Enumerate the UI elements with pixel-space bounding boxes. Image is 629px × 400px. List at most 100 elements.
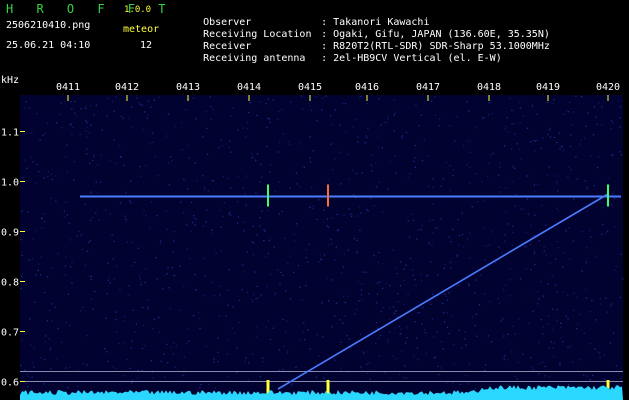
noise-speck [515, 194, 517, 196]
noise-speck [252, 301, 254, 303]
noise-speck [356, 308, 358, 310]
noise-speck [619, 106, 622, 108]
noise-speck [223, 202, 226, 204]
noise-speck [136, 97, 138, 99]
noise-speck [610, 204, 613, 206]
y-tick-label: 0.8 [1, 278, 19, 289]
noise-speck [328, 243, 330, 246]
noise-speck [576, 178, 579, 180]
noise-speck [595, 116, 597, 118]
noise-speck [308, 243, 310, 246]
noise-speck [146, 299, 149, 301]
noise-speck [123, 320, 125, 322]
noise-speck [26, 167, 28, 170]
noise-speck [305, 256, 307, 259]
noise-speck [327, 226, 330, 228]
noise-speck [533, 252, 536, 254]
noise-speck [277, 151, 279, 153]
noise-speck [21, 210, 23, 212]
noise-speck [93, 156, 95, 158]
noise-speck [155, 257, 157, 259]
noise-speck [360, 212, 362, 214]
noise-speck [65, 321, 67, 323]
noise-speck [129, 201, 131, 203]
noise-speck [56, 358, 58, 360]
noise-speck [452, 382, 454, 384]
noise-speck [260, 294, 262, 296]
noise-speck [115, 318, 117, 320]
noise-speck [186, 145, 189, 147]
noise-speck [413, 160, 415, 162]
noise-speck [141, 104, 143, 106]
noise-speck [244, 193, 246, 195]
noise-speck [299, 286, 301, 288]
noise-speck [378, 281, 380, 283]
noise-speck [174, 231, 176, 233]
noise-speck [319, 254, 321, 256]
noise-speck [267, 320, 269, 322]
noise-speck [347, 295, 349, 297]
noise-speck [601, 233, 603, 235]
noise-speck [222, 215, 225, 217]
noise-speck [208, 383, 210, 385]
noise-speck [448, 332, 450, 335]
noise-speck [115, 162, 118, 164]
noise-speck [594, 348, 596, 350]
noise-speck [166, 343, 168, 346]
noise-speck [438, 118, 441, 120]
noise-speck [158, 96, 160, 98]
noise-speck [51, 320, 53, 322]
noise-speck [406, 377, 408, 379]
noise-speck [527, 213, 529, 215]
noise-speck [286, 320, 288, 322]
noise-speck [474, 324, 476, 327]
noise-speck [414, 279, 416, 281]
noise-speck [266, 126, 268, 128]
noise-speck [139, 165, 141, 168]
noise-speck [72, 126, 74, 128]
noise-speck [318, 199, 320, 201]
noise-speck [352, 169, 354, 171]
noise-speck [340, 367, 342, 369]
noise-speck [356, 251, 359, 253]
noise-speck [159, 243, 161, 245]
noise-speck [205, 111, 207, 113]
noise-speck [86, 148, 88, 150]
noise-speck [181, 149, 183, 151]
noise-speck [125, 218, 127, 220]
noise-speck [164, 376, 166, 378]
noise-speck [86, 153, 88, 155]
noise-speck [153, 99, 155, 101]
noise-speck [85, 119, 87, 122]
noise-speck [421, 159, 424, 162]
noise-speck [547, 323, 549, 325]
noise-speck [556, 308, 558, 311]
noise-speck [376, 302, 378, 304]
noise-speck [172, 353, 174, 355]
noise-speck [440, 185, 442, 187]
noise-speck [590, 155, 592, 157]
noise-speck [543, 250, 545, 252]
noise-speck [270, 273, 272, 276]
noise-speck [434, 96, 436, 98]
noise-speck [357, 136, 359, 138]
noise-speck [227, 289, 229, 291]
noise-speck [152, 377, 154, 379]
noise-speck [237, 201, 239, 203]
noise-speck [349, 213, 351, 215]
noise-speck [312, 150, 314, 152]
noise-speck [412, 269, 414, 271]
noise-speck [503, 335, 505, 337]
noise-speck [453, 363, 456, 366]
noise-speck [595, 255, 598, 257]
noise-speck [227, 304, 229, 306]
noise-speck [334, 109, 336, 111]
noise-speck [211, 281, 213, 284]
noise-speck [336, 230, 339, 232]
noise-speck [397, 292, 399, 295]
noise-speck [289, 298, 292, 300]
noise-speck [378, 181, 380, 183]
noise-speck [241, 289, 243, 291]
noise-speck [191, 221, 194, 224]
noise-speck [168, 287, 170, 289]
